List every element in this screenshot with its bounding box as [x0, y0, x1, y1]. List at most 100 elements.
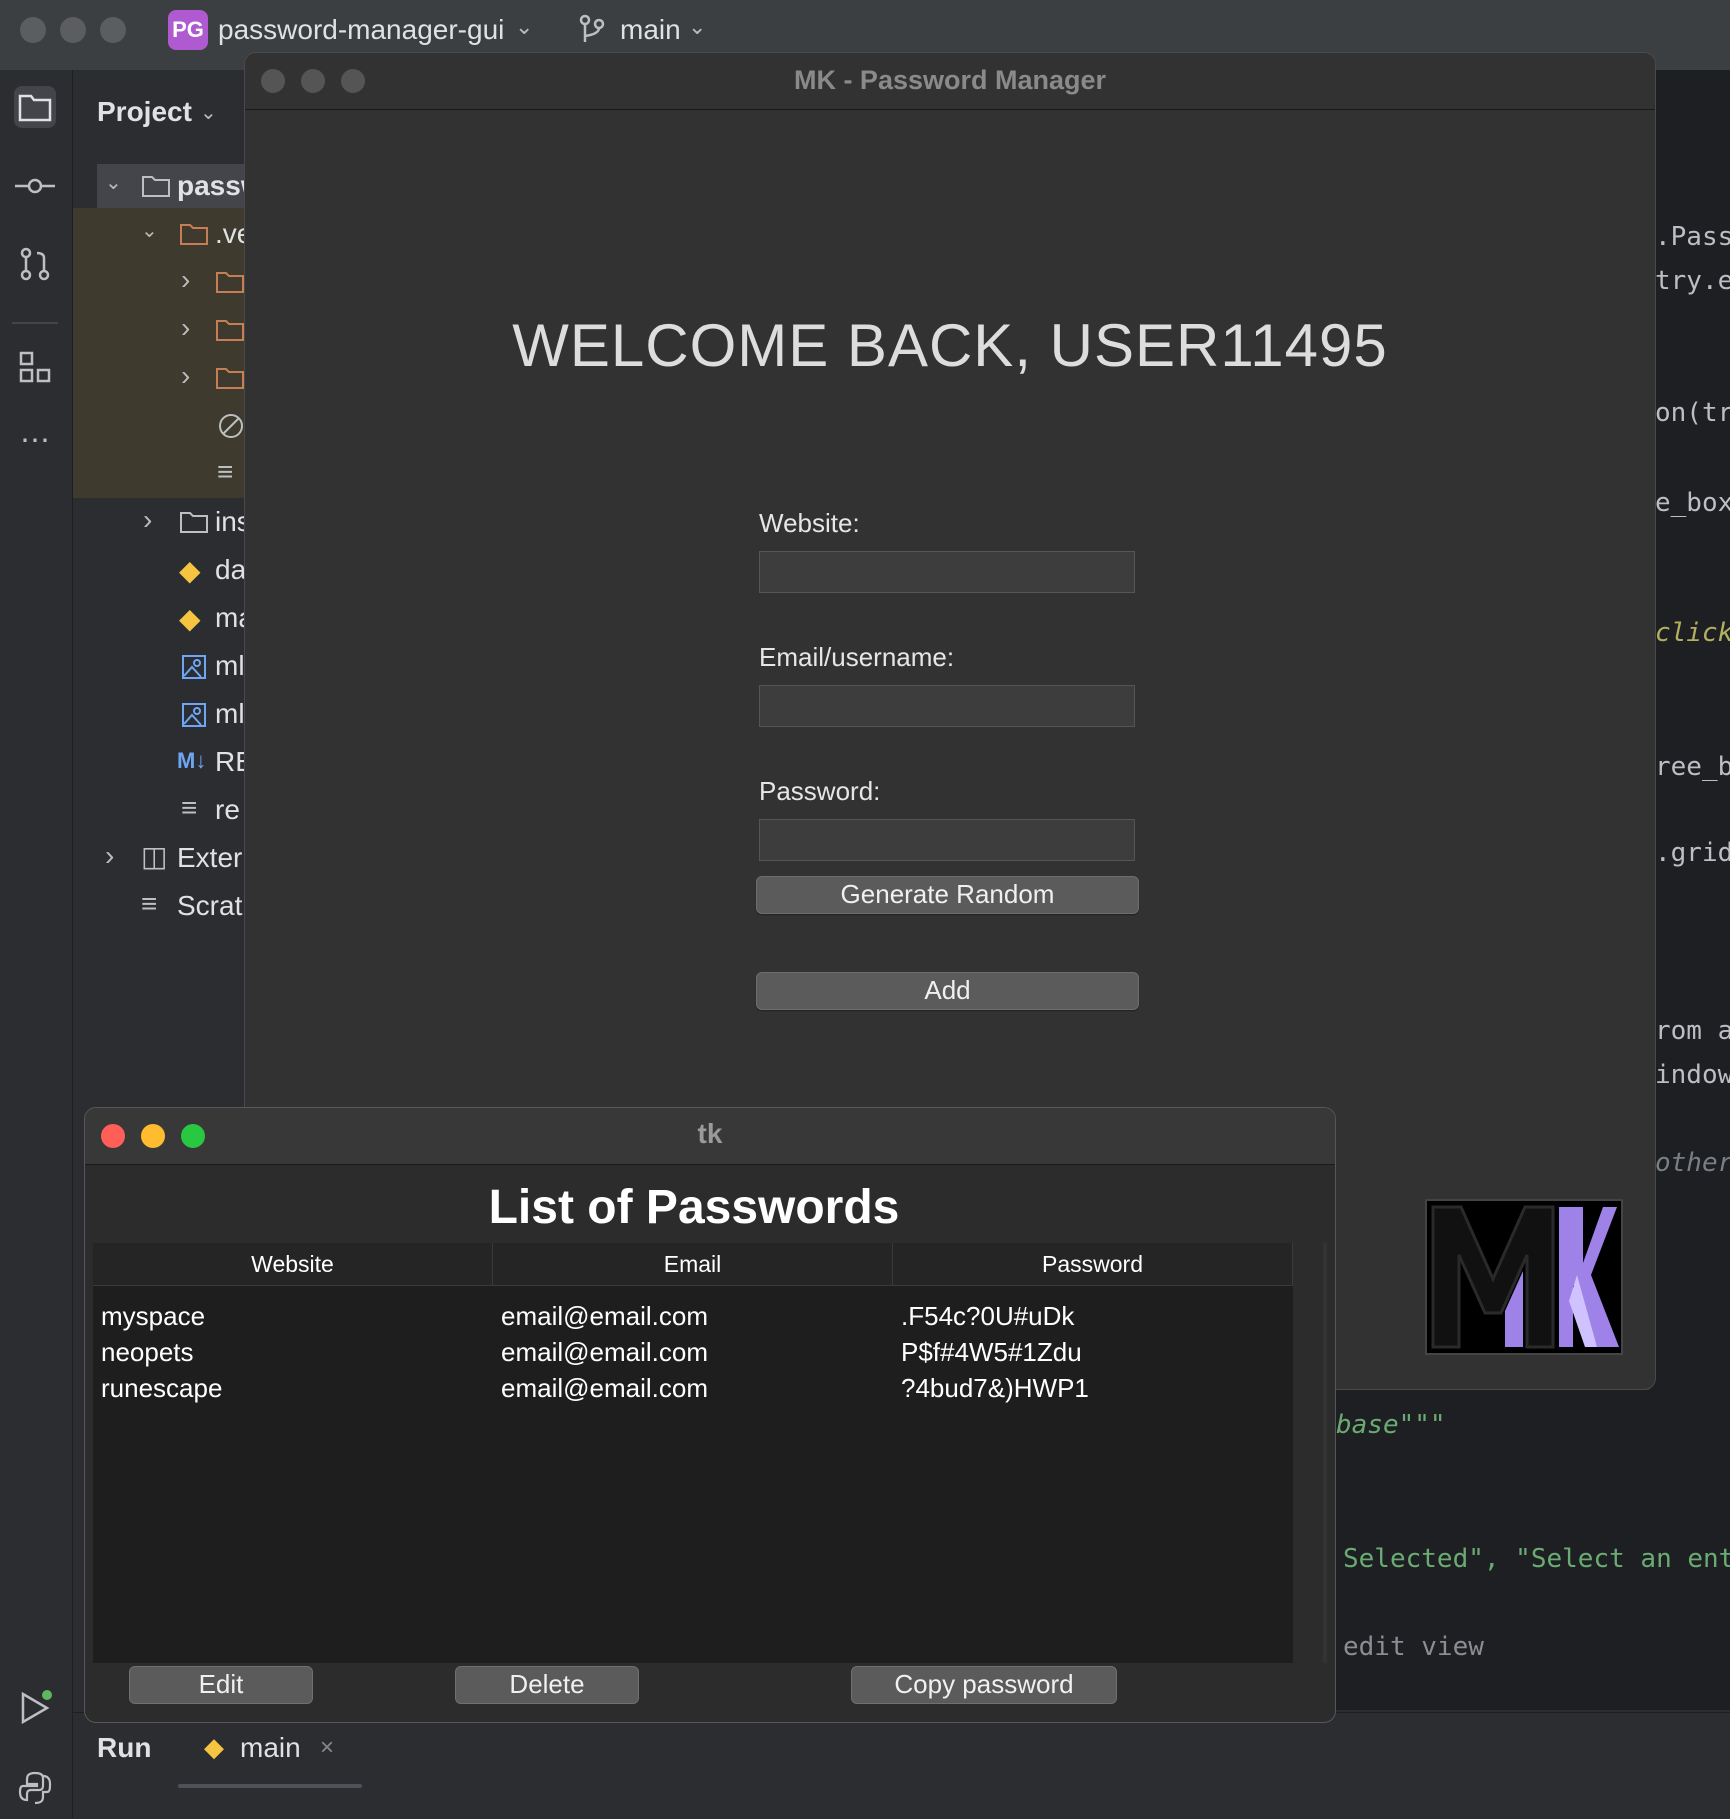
list-heading: List of Passwords — [488, 1181, 900, 1234]
folder-icon[interactable] — [14, 86, 56, 128]
website-input[interactable] — [759, 551, 1135, 593]
table-row[interactable]: myspace email@email.com .F54c?0U#uDk — [93, 1299, 1293, 1335]
code-line: on(tr — [1655, 398, 1730, 428]
column-header-website[interactable]: Website — [93, 1243, 493, 1285]
tree-item-folder[interactable]: › — [97, 260, 247, 304]
tree-item-venv[interactable]: ⌄ .ve — [97, 212, 252, 256]
more-tools-icon[interactable]: ⋯ — [14, 420, 56, 462]
passwords-table[interactable]: Website Email Password myspace email@ema… — [93, 1243, 1293, 1663]
table-row[interactable]: neopets email@email.com P$f#4W5#1Zdu — [93, 1335, 1293, 1371]
code-line: e_box — [1655, 488, 1730, 518]
password-label: Password: — [759, 776, 881, 806]
commit-icon[interactable] — [14, 166, 56, 208]
window-zoom-button[interactable] — [100, 17, 126, 43]
code-line: rom a — [1655, 1016, 1730, 1046]
tree-item-ignored-file[interactable] — [97, 404, 247, 448]
table-scrollbar[interactable] — [1323, 1243, 1327, 1663]
code-line: other — [1655, 1148, 1730, 1178]
code-line: Selected", "Select an ent — [1343, 1544, 1730, 1574]
close-icon[interactable]: × — [320, 1734, 334, 1762]
text-file-icon: ≡ — [181, 792, 198, 823]
project-panel-title[interactable]: Project — [97, 96, 192, 128]
window-minimize-button[interactable] — [60, 17, 86, 43]
chevron-down-icon[interactable]: ⌄ — [515, 14, 533, 40]
text-file-icon: ≡ — [217, 456, 234, 487]
tree-label: ml — [215, 698, 245, 729]
run-tab-main[interactable]: main — [240, 1732, 301, 1764]
chevron-down-icon[interactable]: ⌄ — [200, 100, 217, 125]
structure-icon[interactable] — [14, 350, 56, 392]
tree-label: da — [215, 554, 247, 585]
chevron-down-icon[interactable]: ⌄ — [688, 14, 706, 40]
code-line: try.e — [1655, 266, 1730, 296]
website-label: Website: — [759, 508, 860, 538]
run-icon[interactable] — [14, 1690, 56, 1732]
project-badge[interactable]: PG — [168, 10, 208, 50]
active-tab-indicator — [178, 1784, 362, 1788]
tree-item-folder[interactable]: › — [97, 308, 247, 352]
library-icon: ◫ — [141, 841, 168, 872]
divider — [12, 322, 58, 324]
python-icon: ◆ — [204, 1732, 224, 1762]
window-title: tk — [697, 1118, 723, 1149]
tree-item-python-file[interactable]: ◆ da — [97, 548, 247, 592]
window-title-bar: MK - Password Manager — [245, 53, 1655, 110]
cell-website: neopets — [101, 1337, 194, 1367]
tree-item-root[interactable]: ⌄ passw — [97, 164, 263, 208]
git-branch-icon[interactable] — [578, 14, 606, 46]
window-close-button[interactable] — [20, 17, 46, 43]
image-icon — [182, 703, 206, 727]
scratches-icon: ≡ — [141, 888, 158, 919]
tree-label: Exter — [177, 842, 243, 873]
add-button[interactable]: Add — [756, 972, 1139, 1010]
table-row[interactable]: runescape email@email.com ?4bud7&)HWP1 — [93, 1371, 1293, 1407]
tree-item-image-file[interactable]: ml — [97, 644, 247, 688]
column-header-email[interactable]: Email — [493, 1243, 893, 1285]
cell-password: ?4bud7&)HWP1 — [901, 1373, 1089, 1403]
tree-item-external-libraries[interactable]: › ◫ Exter — [97, 836, 247, 880]
email-input[interactable] — [759, 685, 1135, 727]
python-console-icon[interactable] — [14, 1770, 56, 1812]
project-switcher[interactable]: password-manager-gui — [218, 14, 504, 46]
cell-email: email@email.com — [501, 1373, 708, 1403]
code-line: .Pass — [1655, 222, 1730, 252]
tree-item-scratches[interactable]: ≡ Scrat — [97, 884, 247, 928]
generate-random-button[interactable]: Generate Random — [756, 876, 1139, 914]
column-header-password[interactable]: Password — [893, 1243, 1293, 1285]
edit-button[interactable]: Edit — [129, 1666, 313, 1704]
delete-button[interactable]: Delete — [455, 1666, 639, 1704]
cell-email: email@email.com — [501, 1301, 708, 1331]
tree-item-folder[interactable]: › — [97, 356, 247, 400]
window-title: MK - Password Manager — [793, 65, 1107, 95]
run-title: Run — [97, 1732, 152, 1763]
tk-window: tk List of Passwords Website Email Passw… — [84, 1107, 1336, 1723]
tree-label: Scrat — [177, 890, 243, 921]
tree-item-image-file[interactable]: ml — [97, 692, 247, 736]
code-line: .grid — [1655, 838, 1730, 868]
cell-email: email@email.com — [501, 1337, 708, 1367]
tree-item-python-file[interactable]: ◆ ma — [97, 596, 254, 640]
cell-password: .F54c?0U#uDk — [901, 1301, 1075, 1331]
tree-label: ml — [215, 650, 245, 681]
cell-password: P$f#4W5#1Zdu — [901, 1337, 1082, 1367]
python-icon: ◆ — [179, 555, 201, 586]
tree-item-folder[interactable]: › ins — [97, 500, 251, 544]
password-input[interactable] — [759, 819, 1135, 861]
cell-website: myspace — [101, 1301, 206, 1331]
pull-requests-icon[interactable] — [14, 246, 56, 288]
code-line: click — [1655, 618, 1730, 648]
code-line: base""" — [1336, 1410, 1446, 1440]
mk-logo — [1425, 1199, 1623, 1355]
cell-website: runescape — [101, 1373, 223, 1403]
branch-switcher[interactable]: main — [620, 14, 681, 46]
tree-item-markdown-file[interactable]: M↓ RE — [97, 740, 254, 784]
code-line: ree_b — [1655, 752, 1730, 782]
python-icon: ◆ — [179, 603, 201, 634]
tree-item-text-file[interactable]: ≡ re — [97, 788, 247, 832]
tree-item-text-file[interactable]: ≡ — [97, 452, 247, 496]
image-icon — [182, 655, 206, 679]
copy-password-button[interactable]: Copy password — [851, 1666, 1117, 1704]
run-tool-window — [73, 1712, 1730, 1819]
ignored-icon — [219, 414, 243, 438]
welcome-heading: WELCOME BACK, USER11495 — [512, 312, 1388, 379]
